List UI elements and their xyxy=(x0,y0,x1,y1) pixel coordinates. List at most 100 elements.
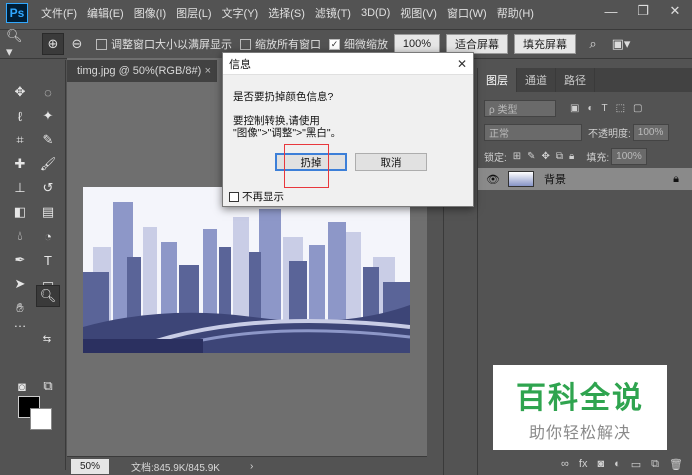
tab-channels[interactable]: 通道 xyxy=(517,68,556,92)
eyedropper-icon[interactable]: ✎ xyxy=(36,130,60,150)
menu-layer[interactable]: 图层(L) xyxy=(171,5,216,21)
menu-type[interactable]: 文字(Y) xyxy=(217,5,264,21)
dialog-close-icon[interactable]: ✕ xyxy=(457,57,467,71)
layers-panel-footer: ∞ fx ◙ ◐ ▭ ⧉ 🗑︎ xyxy=(478,453,692,475)
dialog-question: 是否要扔掉颜色信息? xyxy=(233,91,334,103)
link-layers-icon[interactable]: ∞ xyxy=(561,458,569,470)
delete-layer-icon[interactable]: 🗑︎ xyxy=(669,458,683,471)
scrubby-zoom-option[interactable]: ✓ 细微缩放 xyxy=(329,36,388,52)
document-tab[interactable]: timg.jpg @ 50%(RGB/8#) × xyxy=(67,60,217,82)
layer-filter-row: ρ 类型 ▣◐T⬚▢ xyxy=(478,96,692,120)
tab-layers[interactable]: 图层 xyxy=(478,68,517,92)
scrubby-zoom-checkbox[interactable]: ✓ xyxy=(329,38,340,50)
crop-tool-icon[interactable]: ⌗ xyxy=(8,130,32,150)
layer-style-icon[interactable]: fx xyxy=(579,458,588,470)
watermark: 百科全说 助你轻松解决 xyxy=(493,365,667,450)
resize-windows-option[interactable]: 调整窗口大小以满屏显示 xyxy=(96,36,232,52)
tab-paths[interactable]: 路径 xyxy=(556,68,595,92)
move-tool-icon[interactable]: ✥ xyxy=(8,82,32,102)
dont-show-checkbox[interactable] xyxy=(229,191,239,202)
visibility-eye-icon[interactable]: 👁︎ xyxy=(486,173,500,186)
minimize-icon[interactable]: — xyxy=(596,0,626,22)
fill-screen-button[interactable]: 填充屏幕 xyxy=(514,34,576,54)
menu-3d[interactable]: 3D(D) xyxy=(356,7,395,19)
zoom-value-input[interactable]: 100% xyxy=(394,34,440,54)
menu-help[interactable]: 帮助(H) xyxy=(492,5,539,21)
lock-fill-row: 锁定: ⊞✎✥⧉🔒︎ 填充: 100% xyxy=(478,144,692,168)
close-icon[interactable]: ✕ xyxy=(660,0,690,22)
watermark-title: 百科全说 xyxy=(516,380,644,416)
dodge-tool-icon[interactable]: ◔ xyxy=(36,226,60,246)
document-canvas[interactable] xyxy=(83,187,410,353)
lasso-tool-icon[interactable]: ℓ xyxy=(8,106,32,126)
cancel-button[interactable]: 取消 xyxy=(355,153,427,171)
document-size-info: 文档:845.9K/845.9K xyxy=(131,462,220,474)
quick-mask-icon[interactable]: ◙ xyxy=(10,376,34,396)
zoom-level-field[interactable]: 50% xyxy=(71,458,109,474)
layer-filter-select[interactable]: ρ 类型 xyxy=(484,99,556,117)
lock-icons[interactable]: ⊞✎✥⧉🔒︎ xyxy=(513,151,581,162)
dialog-title: 信息 xyxy=(223,53,473,75)
opacity-label: 不透明度: xyxy=(588,128,631,140)
info-dialog: 信息 ✕ 是否要扔掉颜色信息? 要控制转换,请使用 "图像">"调整">"黑白"… xyxy=(222,52,474,207)
new-layer-icon[interactable]: ⧉ xyxy=(651,458,659,471)
history-brush-icon[interactable]: ↺ xyxy=(36,178,60,198)
menu-image[interactable]: 图像(I) xyxy=(129,5,171,21)
city-skyline-image xyxy=(83,187,410,353)
gradient-tool-icon[interactable]: ▤ xyxy=(36,202,60,222)
blend-opacity-row: 正常 不透明度: 100% xyxy=(478,120,692,144)
blend-mode-select[interactable]: 正常 xyxy=(484,123,582,141)
zoom-out-icon[interactable]: ⊖ xyxy=(66,33,88,55)
resize-windows-checkbox[interactable] xyxy=(96,38,107,50)
stamp-tool-icon[interactable]: ⊥ xyxy=(8,178,32,198)
layer-thumbnail xyxy=(507,171,534,187)
marquee-tool-icon[interactable]: ◌ xyxy=(36,82,60,102)
zoom-all-checkbox[interactable] xyxy=(240,38,251,50)
layer-row[interactable]: 👁︎ 背景 🔒︎ xyxy=(478,168,692,190)
layer-name: 背景 xyxy=(543,174,566,186)
status-menu-arrow-icon[interactable]: › xyxy=(250,461,253,472)
adjustment-layer-icon[interactable]: ◐ xyxy=(614,458,621,470)
magic-wand-icon[interactable]: ✦ xyxy=(36,106,60,126)
layer-mask-icon[interactable]: ◙ xyxy=(597,458,604,470)
watermark-subtitle: 助你轻松解决 xyxy=(528,424,631,442)
workspace-icon[interactable]: ▣▾ xyxy=(610,33,632,55)
opacity-input[interactable]: 100% xyxy=(632,123,669,141)
more-tools-icon[interactable]: … xyxy=(8,312,32,332)
screen-mode-icon[interactable]: ⧉ xyxy=(36,376,60,396)
new-group-icon[interactable]: ▭ xyxy=(631,458,641,471)
fit-screen-button[interactable]: 适合屏幕 xyxy=(446,34,508,54)
photoshop-logo: Ps xyxy=(6,3,28,23)
restore-icon[interactable]: ❐ xyxy=(628,0,658,22)
menu-view[interactable]: 视图(V) xyxy=(395,5,442,21)
filter-icons[interactable]: ▣◐T⬚▢ xyxy=(570,103,651,114)
panel-tabs: 图层 通道 路径 xyxy=(478,68,692,92)
tab-close-icon[interactable]: × xyxy=(205,65,211,77)
background-color-swatch[interactable] xyxy=(30,408,52,430)
type-tool-icon[interactable]: T xyxy=(36,250,60,270)
zoom-tool-icon[interactable]: 🔍︎ xyxy=(36,285,60,307)
healing-brush-icon[interactable]: ✚ xyxy=(8,154,32,174)
zoom-tool-preset-icon[interactable]: 🔍︎▾ xyxy=(6,28,28,59)
menu-window[interactable]: 窗口(W) xyxy=(442,5,492,21)
menu-bar: Ps 文件(F) 编辑(E) 图像(I) 图层(L) 文字(Y) 选择(S) 滤… xyxy=(0,0,692,26)
search-icon[interactable]: ⌕ xyxy=(582,33,604,55)
layer-lock-icon: 🔒︎ xyxy=(673,172,679,185)
menu-filter[interactable]: 滤镜(T) xyxy=(310,5,356,21)
tools-panel: ✥ ◌ ℓ ✦ ⌗ ✎ ✚ 🖌︎ ⊥ ↺ ◧ ▤ 💧︎ ◔ ✒ T ➤ ▭ ✋︎… xyxy=(0,60,66,470)
menu-select[interactable]: 选择(S) xyxy=(263,5,310,21)
blur-tool-icon[interactable]: 💧︎ xyxy=(8,226,32,246)
zoom-in-icon[interactable]: ⊕ xyxy=(42,33,64,55)
swap-colors-icon[interactable]: ⇆ xyxy=(40,332,54,346)
path-select-icon[interactable]: ➤ xyxy=(8,274,32,294)
brush-tool-icon[interactable]: 🖌︎ xyxy=(36,154,60,174)
fill-input[interactable]: 100% xyxy=(611,147,648,165)
eraser-tool-icon[interactable]: ◧ xyxy=(8,202,32,222)
menu-edit[interactable]: 编辑(E) xyxy=(82,5,129,21)
menu-file[interactable]: 文件(F) xyxy=(36,5,82,21)
status-bar: 50% 文档:845.9K/845.9K › xyxy=(67,456,427,475)
highlight-box xyxy=(284,144,329,188)
zoom-all-option[interactable]: 缩放所有窗口 xyxy=(240,36,321,52)
dont-show-option[interactable]: 不再显示 xyxy=(229,189,284,204)
pen-tool-icon[interactable]: ✒ xyxy=(8,250,32,270)
